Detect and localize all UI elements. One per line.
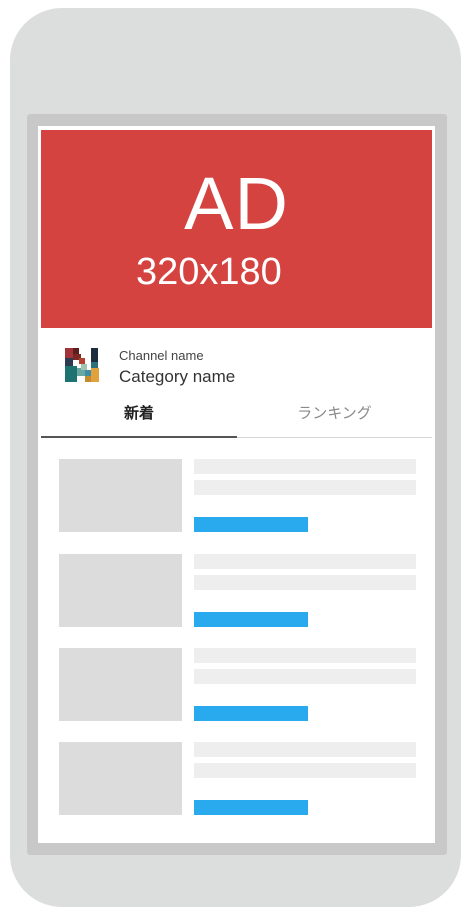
ad-size-label: 320x180	[136, 251, 282, 293]
accent-bar	[194, 517, 308, 532]
thumbnail-placeholder	[59, 648, 182, 721]
list-item[interactable]	[41, 554, 432, 628]
tab-new[interactable]: 新着	[41, 394, 237, 438]
thumbnail-placeholder	[59, 459, 182, 532]
thumbnail-placeholder	[59, 554, 182, 627]
subtitle-placeholder	[194, 575, 416, 590]
title-placeholder	[194, 554, 416, 569]
subtitle-placeholder	[194, 480, 416, 495]
list-item[interactable]	[41, 648, 432, 722]
tab-bar: 新着 ランキング	[41, 394, 432, 438]
subtitle-placeholder	[194, 763, 416, 778]
list-item[interactable]	[41, 742, 432, 816]
accent-bar	[194, 800, 308, 815]
channel-header[interactable]: Channel name Category name	[41, 328, 432, 390]
title-placeholder	[194, 459, 416, 474]
channel-logo-icon	[65, 348, 99, 382]
subtitle-placeholder	[194, 669, 416, 684]
thumbnail-placeholder	[59, 742, 182, 815]
ad-banner[interactable]: AD 320x180	[41, 130, 432, 328]
title-placeholder	[194, 742, 416, 757]
category-name: Category name	[119, 367, 236, 386]
ad-label: AD	[184, 162, 289, 245]
accent-bar	[194, 612, 308, 627]
list-item[interactable]	[41, 459, 432, 533]
tab-ranking[interactable]: ランキング	[237, 394, 432, 437]
accent-bar	[194, 706, 308, 721]
phone-screen: AD 320x180 Channel name Category name 新着…	[38, 126, 435, 843]
channel-name: Channel name	[119, 348, 204, 363]
title-placeholder	[194, 648, 416, 663]
